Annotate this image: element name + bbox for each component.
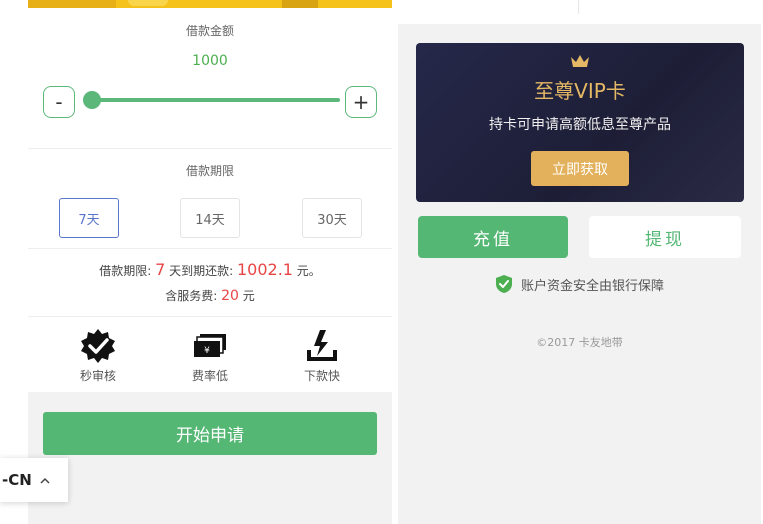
fee-suffix: 元 — [242, 289, 255, 303]
shield-check-icon — [495, 275, 512, 293]
feature-label: 秒审核 — [79, 369, 116, 383]
promo-banner[interactable] — [28, 0, 392, 8]
chevron-up-icon — [40, 474, 50, 487]
copyright-text: ©2017 卡友地带 — [536, 336, 623, 349]
amount-slider-thumb[interactable] — [83, 91, 101, 109]
due-amount-value: 1002.1 — [236, 260, 293, 279]
loan-amount-label: 借款金额 — [185, 24, 234, 38]
term-option-14-days[interactable]: 14天 — [180, 198, 240, 238]
term-option-30-days[interactable]: 30天 — [302, 198, 362, 238]
term-option-7-days[interactable]: 7天 — [59, 198, 119, 238]
amount-slider-track[interactable] — [90, 98, 340, 102]
divider — [28, 316, 392, 317]
feature-fast-review: 秒审核 — [63, 328, 133, 384]
divider — [578, 0, 579, 14]
decrease-amount-button[interactable]: - — [43, 86, 75, 118]
feature-label: 下款快 — [303, 369, 340, 383]
loan-term-label: 借款期限 — [185, 164, 234, 178]
increase-amount-button[interactable]: + — [345, 86, 377, 118]
download-fast-icon — [287, 328, 357, 364]
app-screen: 借款金额 1000 - + 借款期限 7天 14天 30天 借款期限: 7 天到… — [0, 0, 763, 524]
banner-image — [282, 0, 318, 8]
due-prefix: 天到期还款: — [169, 264, 234, 278]
feature-fast-payout: 下款快 — [287, 328, 357, 384]
balance-strip — [398, 0, 763, 14]
get-vip-button[interactable]: 立即获取 — [531, 151, 629, 186]
term-prefix: 借款期限: — [99, 264, 152, 278]
vip-card-subtitle: 持卡可申请高额低息至尊产品 — [489, 117, 671, 133]
vip-card-title: 至尊VIP卡 — [534, 79, 626, 103]
feature-low-rate: ¥ 费率低 — [175, 328, 245, 384]
feature-label: 费率低 — [191, 369, 228, 383]
vip-card[interactable]: 至尊VIP卡 持卡可申请高额低息至尊产品 立即获取 — [416, 43, 744, 202]
fee-amount-value: 20 — [221, 288, 239, 304]
withdraw-button[interactable]: 提现 — [589, 216, 741, 258]
account-panel: 至尊VIP卡 持卡可申请高额低息至尊产品 立即获取 充值 提现 账户资金安全由银… — [398, 24, 761, 524]
banner-image — [128, 0, 168, 6]
security-notice: 账户资金安全由银行保障 — [398, 274, 761, 294]
security-notice-text: 账户资金安全由银行保障 — [520, 278, 664, 294]
check-badge-icon — [63, 328, 133, 364]
due-suffix: 元。 — [296, 264, 321, 278]
language-code: -CN — [2, 471, 32, 489]
language-selector[interactable]: -CN — [0, 458, 68, 502]
svg-text:¥: ¥ — [204, 346, 210, 356]
banner-image — [28, 0, 116, 8]
recharge-button[interactable]: 充值 — [418, 216, 568, 258]
service-fee-summary: 含服务费: 20 元 — [28, 287, 392, 304]
loan-panel: 借款金额 1000 - + 借款期限 7天 14天 30天 借款期限: 7 天到… — [28, 0, 392, 524]
fee-prefix: 含服务费: — [165, 289, 218, 303]
term-days-value: 7 — [155, 260, 166, 279]
start-application-button[interactable]: 开始申请 — [43, 412, 377, 455]
divider — [28, 148, 392, 149]
divider — [28, 248, 392, 249]
repayment-summary: 借款期限: 7 天到期还款: 1002.1 元。 — [28, 260, 392, 279]
apply-footer: 开始申请 — [28, 392, 392, 524]
loan-amount-value: 1000 — [192, 53, 228, 69]
crown-icon — [571, 55, 589, 67]
cash-stack-icon: ¥ — [175, 328, 245, 364]
